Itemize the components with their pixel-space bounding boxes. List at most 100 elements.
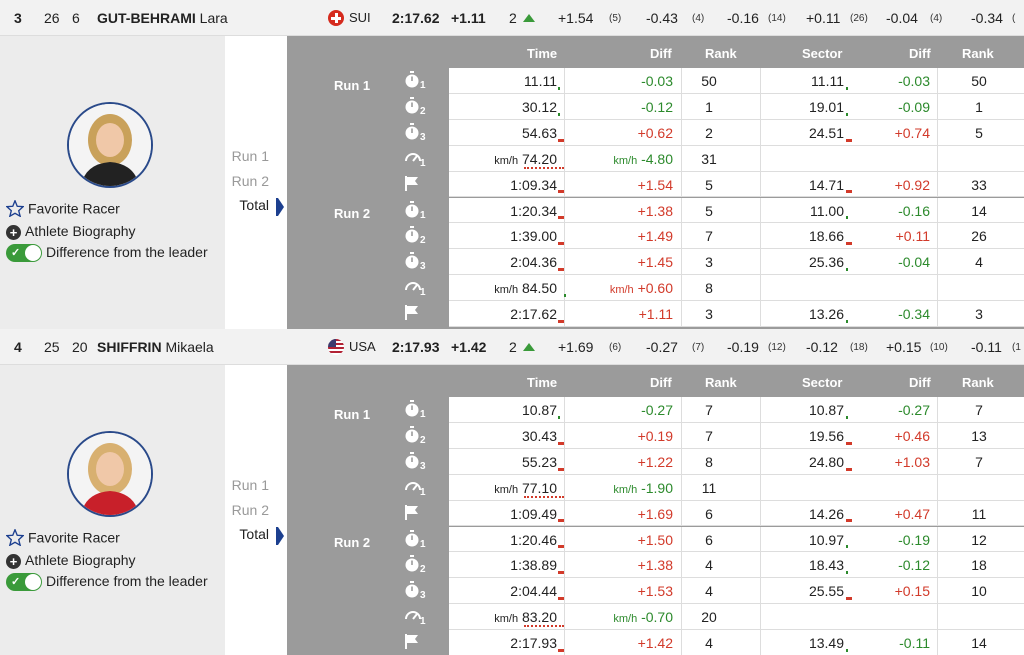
table-row[interactable]: km/h 74.20 km/h -4.80 31 bbox=[449, 145, 1024, 172]
column-divider bbox=[937, 526, 938, 552]
time-value: 2:04.36 bbox=[510, 254, 557, 271]
column-divider bbox=[760, 119, 761, 145]
split-diff: -0.04 bbox=[886, 10, 918, 26]
table-row[interactable]: 30.12 -0.12 1 19.01 -0.09 1 bbox=[449, 93, 1024, 120]
athlete-gap: +1.42 bbox=[451, 339, 487, 355]
diff-cell: +1.69 bbox=[567, 501, 673, 527]
column-divider bbox=[937, 119, 938, 145]
diff-value: +0.60 bbox=[637, 280, 673, 297]
athlete-header-row[interactable]: 3 26 6 GUT-BEHRAMI Lara SUI 2:17.62 +1.11 2 +1.5… bbox=[0, 0, 1024, 36]
total-tab[interactable]: Total bbox=[239, 526, 269, 542]
table-row[interactable]: 2:17.93 +1.42 4 13.49 -0.11 14 bbox=[449, 630, 1024, 655]
sector-rank-cell: 5 bbox=[975, 124, 983, 141]
sector-diff-cell: +0.46 bbox=[894, 427, 930, 444]
stopwatch-icon: 2 bbox=[404, 425, 426, 448]
favorite-racer-button[interactable]: Favorite Racer bbox=[5, 527, 120, 549]
gap-indicator bbox=[846, 597, 852, 601]
favorite-racer-button[interactable]: Favorite Racer bbox=[5, 198, 120, 220]
column-divider bbox=[564, 552, 565, 578]
col-header-sector-diff: Diff bbox=[909, 46, 931, 61]
column-divider bbox=[760, 93, 761, 119]
athlete-nation: USA bbox=[349, 339, 376, 354]
run-1-label: Run 1 bbox=[334, 78, 371, 93]
sector-diff-cell: +0.11 bbox=[895, 228, 930, 245]
speed-deficit-indicator bbox=[524, 166, 564, 169]
athlete-name[interactable]: SHIFFRIN Mikaela bbox=[97, 339, 214, 355]
diff-cell: +1.54 bbox=[567, 172, 673, 198]
table-row[interactable]: 55.23 +1.22 8 24.80 +1.03 7 bbox=[449, 448, 1024, 475]
rank-up-icon bbox=[523, 343, 535, 351]
gap-indicator bbox=[558, 648, 564, 652]
table-row[interactable]: km/h 84.50 km/h +0.60 8 bbox=[449, 275, 1024, 302]
athlete-name[interactable]: GUT-BEHRAMI Lara bbox=[97, 10, 228, 26]
column-divider bbox=[564, 68, 565, 93]
table-row[interactable]: 54.63 +0.62 2 24.51 +0.74 5 bbox=[449, 119, 1024, 146]
athlete-header-row[interactable]: 4 25 20 SHIFFRIN Mikaela USA 2:17.93 +1.42 2 +1.… bbox=[0, 329, 1024, 365]
run-1-tab[interactable]: Run 1 bbox=[232, 148, 269, 164]
rank-cell: 31 bbox=[701, 150, 717, 167]
run-2-tab[interactable]: Run 2 bbox=[232, 173, 269, 189]
sector-diff-cell: -0.03 bbox=[898, 73, 930, 89]
rank-cell: 4 bbox=[705, 583, 713, 600]
column-divider bbox=[937, 171, 938, 197]
table-row[interactable]: km/h 77.10 km/h -1.90 11 bbox=[449, 474, 1024, 501]
table-row[interactable]: 1:09.34 +1.54 5 14.71 +0.92 33 bbox=[449, 171, 1024, 198]
sector-time-cell: 18.66 bbox=[808, 228, 844, 245]
stopwatch-icon: 3 bbox=[404, 122, 426, 145]
sector-time-cell: 18.43 bbox=[808, 557, 844, 574]
table-row[interactable]: 1:20.46 +1.50 6 10.97 -0.19 12 bbox=[449, 526, 1024, 553]
rank-cell: 3 bbox=[705, 306, 713, 323]
difference-from-leader-toggle[interactable]: ✓ Difference from the leader bbox=[6, 573, 208, 592]
column-divider bbox=[760, 448, 761, 474]
sector-time-cell: 25.36 bbox=[808, 254, 844, 271]
diff-value: +1.22 bbox=[637, 453, 673, 470]
intermediate-number: 3 bbox=[420, 261, 426, 273]
sector-rank-cell bbox=[959, 146, 999, 172]
column-divider bbox=[681, 578, 682, 604]
gap-indicator bbox=[846, 242, 852, 246]
unit-label: km/h bbox=[494, 154, 519, 167]
athlete-biography-button[interactable]: + Athlete Biography bbox=[6, 552, 136, 569]
diff-value: -0.12 bbox=[641, 98, 673, 115]
intermediate-number: 1 bbox=[420, 616, 426, 628]
column-divider bbox=[564, 145, 565, 171]
total-tab[interactable]: Total bbox=[239, 197, 269, 213]
difference-from-leader-toggle[interactable]: ✓ Difference from the leader bbox=[6, 244, 208, 263]
time-value: 2:17.62 bbox=[510, 306, 557, 323]
diff-value: +1.69 bbox=[637, 505, 673, 522]
athlete-biography-button[interactable]: + Athlete Biography bbox=[6, 223, 136, 240]
table-row[interactable]: km/h 83.20 km/h -0.70 20 bbox=[449, 604, 1024, 631]
table-row[interactable]: 30.43 +0.19 7 19.56 +0.46 13 bbox=[449, 422, 1024, 449]
table-row[interactable]: 2:17.62 +1.11 3 13.26 -0.34 3 bbox=[449, 301, 1024, 327]
column-divider bbox=[681, 275, 682, 301]
table-row[interactable]: 1:20.34 +1.38 5 11.00 -0.16 14 bbox=[449, 197, 1024, 224]
column-divider bbox=[760, 422, 761, 448]
column-divider bbox=[564, 604, 565, 630]
table-row[interactable]: 1:09.49 +1.69 6 14.26 +0.47 11 bbox=[449, 500, 1024, 527]
column-divider bbox=[564, 630, 565, 655]
time-cell: 10.87 bbox=[449, 397, 557, 423]
table-row[interactable]: 2:04.36 +1.45 3 25.36 -0.04 4 bbox=[449, 249, 1024, 276]
gap-indicator bbox=[558, 545, 564, 549]
avatar bbox=[67, 102, 153, 188]
column-divider bbox=[681, 474, 682, 500]
diff-value: +1.50 bbox=[637, 531, 673, 548]
run-1-tab[interactable]: Run 1 bbox=[232, 477, 269, 493]
stopwatch-icon: 2 bbox=[404, 226, 426, 248]
diff-cell: +1.11 bbox=[567, 301, 673, 327]
table-row[interactable]: 10.87 -0.27 7 10.87 -0.27 7 bbox=[449, 397, 1024, 423]
col-header-sector-rank: Rank bbox=[962, 375, 994, 390]
diff-cell: km/h -0.70 bbox=[567, 604, 673, 630]
table-row[interactable]: 11.11 -0.03 50 11.11 -0.03 50 bbox=[449, 68, 1024, 94]
table-row[interactable]: 1:38.89 +1.38 4 18.43 -0.12 18 bbox=[449, 552, 1024, 579]
run-2-tab[interactable]: Run 2 bbox=[232, 502, 269, 518]
gap-indicator bbox=[558, 319, 564, 323]
table-row[interactable]: 1:39.00 +1.49 7 18.66 +0.11 26 bbox=[449, 223, 1024, 250]
table-row[interactable]: 2:04.44 +1.53 4 25.55 +0.15 10 bbox=[449, 578, 1024, 605]
toggle-switch[interactable]: ✓ bbox=[6, 244, 42, 263]
column-divider bbox=[760, 578, 761, 604]
unit-label: km/h bbox=[613, 154, 638, 167]
column-divider bbox=[564, 474, 565, 500]
toggle-switch[interactable]: ✓ bbox=[6, 573, 42, 592]
sector-time-cell bbox=[779, 146, 844, 172]
